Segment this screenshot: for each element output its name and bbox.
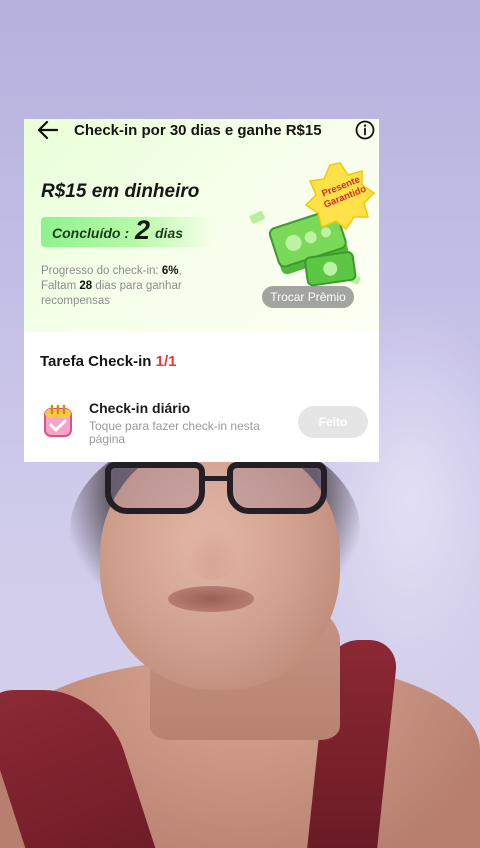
info-icon[interactable] <box>354 119 376 141</box>
hero-section: Check-in por 30 dias e ganhe R$15 R$15 e… <box>24 119 379 332</box>
glasses-lens-left <box>105 462 205 514</box>
remaining-days: 28 <box>79 280 93 292</box>
task-count: 1/1 <box>155 353 177 370</box>
daily-checkin-subtitle: Toque para fazer check-in nesta página <box>89 419 260 446</box>
nose <box>185 520 241 580</box>
cash-reward-title: R$15 em dinheiro <box>41 181 200 202</box>
glasses-lens-right <box>227 462 327 514</box>
progress-percent: 6% <box>161 265 179 277</box>
glasses <box>105 462 330 517</box>
glasses-bridge <box>203 476 229 481</box>
completed-label: Concluído : <box>52 225 129 241</box>
progress-suffix: , <box>178 265 182 277</box>
calendar-check-icon <box>42 403 74 439</box>
top-bar: Check-in por 30 dias e ganhe R$15 <box>24 119 379 141</box>
swap-prize-button[interactable]: Trocar Prêmio <box>262 286 354 308</box>
completed-days-count: 2 <box>135 215 151 245</box>
task-section-title: Tarefa Check-in 1/1 <box>40 353 176 370</box>
checkin-card: Check-in por 30 dias e ganhe R$15 R$15 e… <box>24 119 379 462</box>
back-arrow-icon[interactable] <box>36 119 60 141</box>
progress-text: Progresso do check-in: 6%, Faltam 28 dia… <box>41 264 246 309</box>
done-button[interactable]: Feito <box>298 406 368 438</box>
completed-days-pill: Concluído : 2 dias <box>41 215 213 247</box>
mouth <box>168 586 254 612</box>
daily-checkin-title: Check-in diário <box>89 400 191 416</box>
remaining-prefix: Faltam <box>41 280 77 292</box>
page-title: Check-in por 30 dias e ganhe R$15 <box>74 122 322 139</box>
task-title-label: Tarefa Check-in <box>40 353 152 370</box>
progress-label: Progresso do check-in: <box>41 265 159 277</box>
completed-days-unit: dias <box>155 225 184 241</box>
